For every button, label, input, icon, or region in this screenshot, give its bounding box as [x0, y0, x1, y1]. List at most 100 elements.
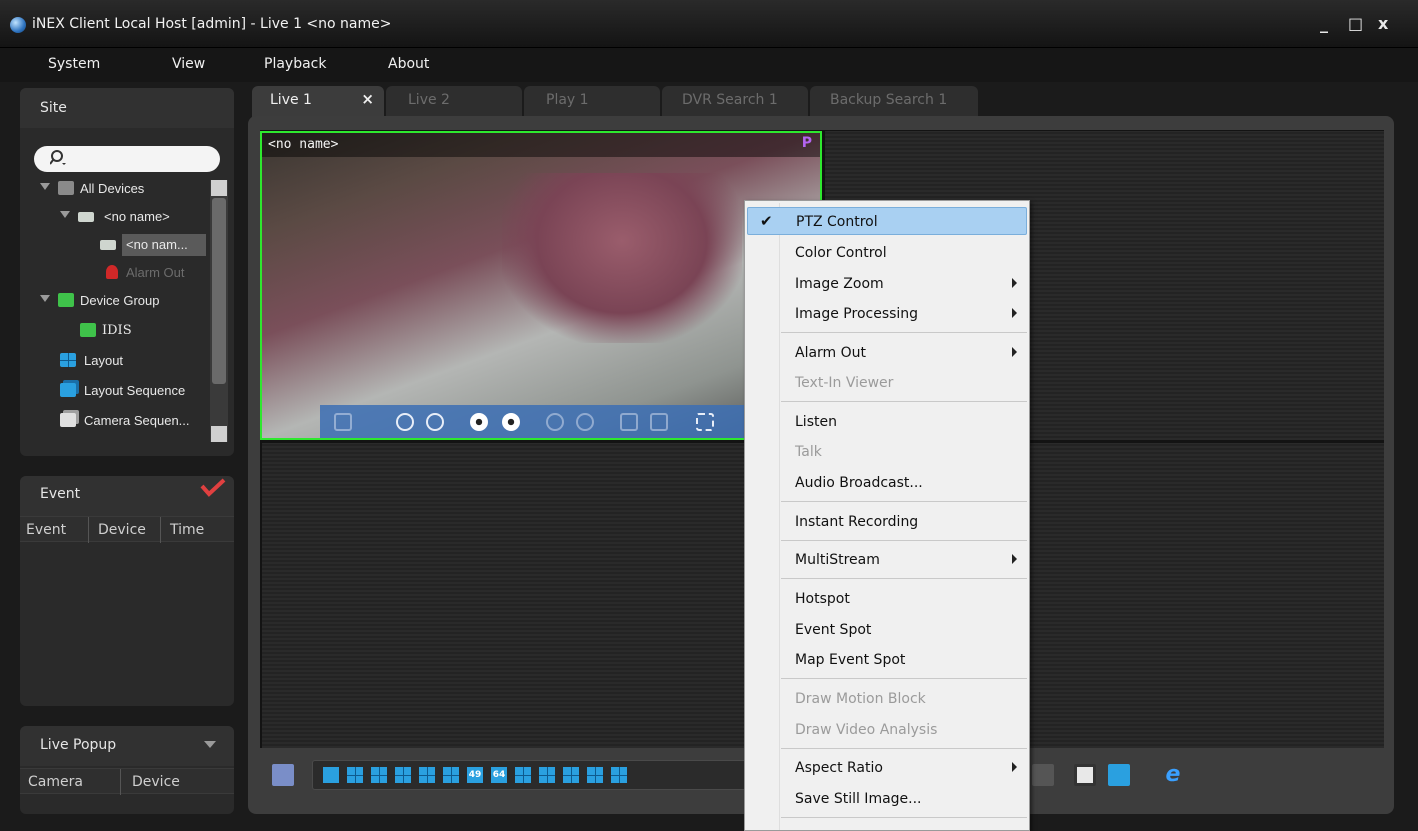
zoom-out-icon[interactable] — [426, 413, 444, 431]
site-search-input[interactable] — [34, 146, 220, 172]
layout-49-icon[interactable]: 49 — [467, 767, 483, 783]
fullscreen-icon[interactable] — [696, 413, 714, 431]
menu-item-color-control[interactable]: Color Control — [747, 239, 1027, 267]
preset-icon[interactable] — [620, 413, 638, 431]
focus-far-icon[interactable] — [502, 413, 520, 431]
scroll-down-arrow-icon[interactable] — [211, 426, 227, 442]
tree-item-all-devices[interactable]: All Devices — [40, 178, 210, 200]
web-browser-icon[interactable]: e — [1162, 764, 1184, 786]
iris-open-icon[interactable] — [546, 413, 564, 431]
osd-icon[interactable] — [1074, 764, 1096, 786]
zoom-in-icon[interactable] — [396, 413, 414, 431]
focus-near-icon[interactable] — [470, 413, 488, 431]
tree-item-layout-sequence[interactable]: Layout Sequence — [60, 380, 210, 402]
event-col-time[interactable]: Time — [170, 522, 204, 538]
search-icon — [50, 150, 66, 165]
menu-item-listen[interactable]: Listen — [747, 408, 1027, 436]
layout-8-icon[interactable] — [539, 767, 555, 783]
menu-item-instant-recording[interactable]: Instant Recording — [747, 508, 1027, 536]
close-button[interactable]: x — [1378, 14, 1388, 33]
tree-item-layout[interactable]: Layout — [60, 350, 210, 372]
scroll-up-arrow-icon[interactable] — [211, 180, 227, 196]
layout-selector: 49 64 — [312, 760, 748, 790]
layout-1x1-icon[interactable] — [323, 767, 339, 783]
menu-item-ptz-control[interactable]: ✔ PTZ Control — [747, 207, 1027, 235]
layout-10-icon[interactable] — [563, 767, 579, 783]
group-item-icon — [80, 323, 96, 337]
menu-item-hotspot[interactable]: Hotspot — [747, 585, 1027, 613]
popup-col-camera[interactable]: Camera — [28, 774, 83, 790]
expand-arrow-icon[interactable] — [40, 183, 50, 190]
maximize-button[interactable]: □ — [1348, 14, 1363, 33]
menu-item-save-still-image[interactable]: Save Still Image... — [747, 785, 1027, 813]
monitor-icon[interactable] — [1108, 764, 1130, 786]
ptz-mode-icon[interactable] — [334, 413, 352, 431]
menu-item-multistream[interactable]: MultiStream — [747, 546, 1027, 574]
layout-6-icon[interactable] — [515, 767, 531, 783]
layout-64-icon[interactable]: 64 — [491, 767, 507, 783]
layout-3x3-icon[interactable] — [371, 767, 387, 783]
expand-arrow-icon[interactable] — [60, 211, 70, 218]
tab-live-2[interactable]: Live 2 — [386, 86, 522, 118]
menu-item-map-event-spot[interactable]: Map Event Spot — [747, 646, 1027, 674]
scroll-thumb[interactable] — [212, 198, 226, 384]
layout-4x4-icon[interactable] — [395, 767, 411, 783]
event-panel-title: Event — [40, 486, 81, 502]
tree-item-idis[interactable]: IDIS — [80, 320, 200, 342]
menu-item-image-processing[interactable]: Image Processing — [747, 300, 1027, 328]
layout-2x2-icon[interactable] — [347, 767, 363, 783]
event-col-event[interactable]: Event — [26, 522, 66, 538]
menu-item-alarm-out[interactable]: Alarm Out — [747, 339, 1027, 367]
expand-arrow-icon[interactable] — [40, 295, 50, 302]
layout-13-icon[interactable] — [587, 767, 603, 783]
menu-about[interactable]: About — [388, 56, 429, 72]
menu-item-aspect-ratio[interactable]: Aspect Ratio — [747, 754, 1027, 782]
layout-6x6-icon[interactable] — [443, 767, 459, 783]
group-icon — [58, 293, 74, 307]
preset-save-icon[interactable] — [650, 413, 668, 431]
tab-label: Live 1 — [270, 92, 312, 108]
video-cell-3[interactable] — [262, 443, 822, 748]
iris-close-icon[interactable] — [576, 413, 594, 431]
app-logo-icon — [10, 17, 26, 33]
video-cell-1[interactable]: <no name> P — [260, 131, 822, 440]
menu-item-image-zoom[interactable]: Image Zoom — [747, 270, 1027, 298]
tree-item-camera[interactable]: <no nam... — [100, 234, 206, 256]
menu-item-label: Aspect Ratio — [795, 760, 883, 776]
event-check-icon[interactable] — [198, 478, 228, 498]
menu-separator — [781, 578, 1027, 579]
popup-col-device[interactable]: Device — [132, 774, 180, 790]
menu-separator — [781, 401, 1027, 402]
menu-item-event-spot[interactable]: Event Spot — [747, 616, 1027, 644]
menu-item-label: Event Spot — [795, 622, 872, 638]
collapse-arrow-icon[interactable] — [204, 741, 216, 748]
event-col-device[interactable]: Device — [98, 522, 146, 538]
tab-live-1[interactable]: Live 1 × — [252, 86, 384, 118]
camera-sequence-icon — [60, 413, 76, 427]
screen-config-icon[interactable] — [272, 764, 294, 786]
site-tree-scrollbar[interactable] — [210, 180, 228, 442]
layout-5x5-icon[interactable] — [419, 767, 435, 783]
tree-item-dvr[interactable]: <no name> — [60, 206, 210, 228]
tree-item-camera-sequence[interactable]: Camera Sequen... — [60, 410, 210, 432]
menu-item-audio-broadcast[interactable]: Audio Broadcast... — [747, 469, 1027, 497]
tab-close-icon[interactable]: × — [361, 90, 374, 108]
minimize-button[interactable]: _ — [1320, 14, 1328, 33]
menu-item-label: Draw Motion Block — [795, 691, 926, 707]
layout-sequence-button-icon[interactable] — [1032, 764, 1054, 786]
tree-item-device-group[interactable]: Device Group — [40, 290, 210, 312]
ptz-badge: P — [801, 135, 812, 151]
menu-system[interactable]: System — [48, 56, 100, 72]
menu-item-label: Instant Recording — [795, 514, 919, 530]
tab-dvr-search-1[interactable]: DVR Search 1 — [662, 86, 808, 118]
layout-icon — [60, 353, 76, 367]
layout-24-icon[interactable] — [611, 767, 627, 783]
tree-item-label: All Devices — [80, 181, 145, 196]
tab-play-1[interactable]: Play 1 — [524, 86, 660, 118]
tree-item-alarm-out[interactable]: Alarm Out — [106, 262, 210, 284]
menu-playback[interactable]: Playback — [264, 56, 326, 72]
tab-backup-search-1[interactable]: Backup Search 1 — [810, 86, 978, 118]
menu-view[interactable]: View — [172, 56, 205, 72]
live-popup-header: Live Popup — [20, 726, 234, 766]
menu-item-label: Alarm Out — [795, 345, 867, 361]
